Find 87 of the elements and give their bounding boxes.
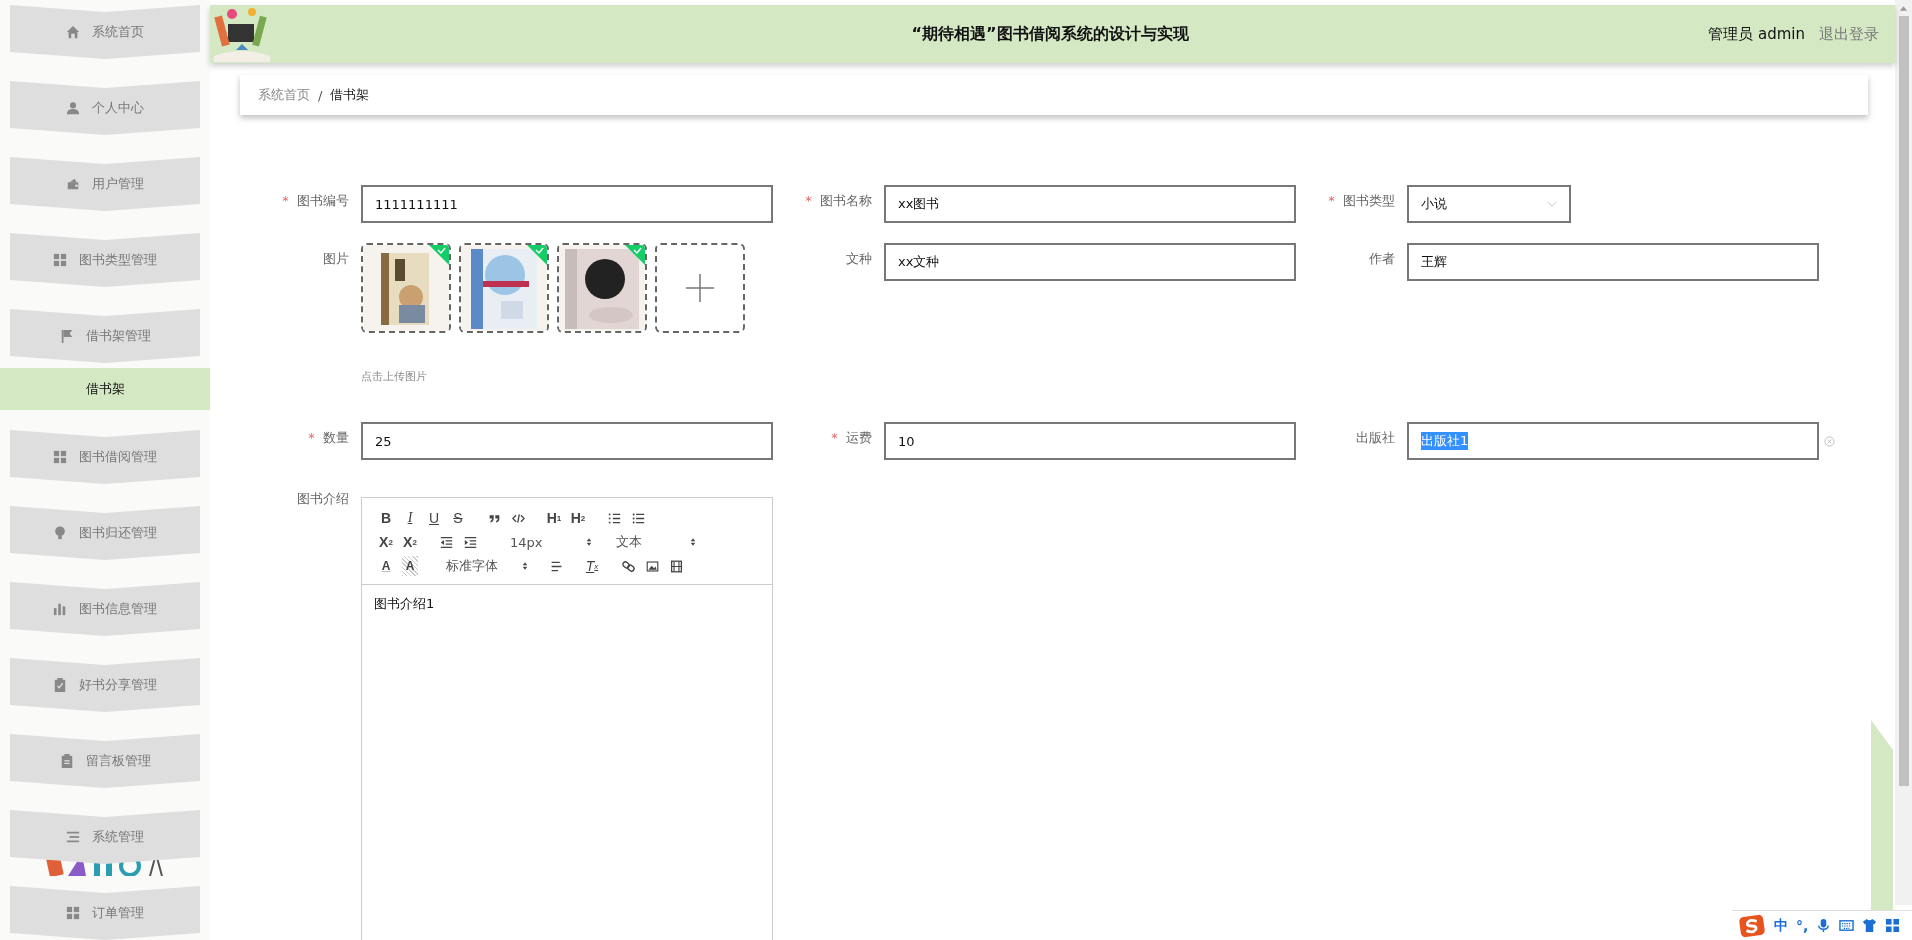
required-mark: *: [831, 430, 838, 445]
image-icon: [645, 559, 659, 573]
menu-item[interactable]: 好书分享管理: [10, 658, 200, 712]
menu-item[interactable]: 图书归还管理: [10, 506, 200, 560]
user-icon: [66, 101, 80, 115]
toolbar-select[interactable]: 标准字体: [438, 556, 538, 576]
required-mark: *: [282, 193, 289, 208]
field-label: 文种: [846, 251, 872, 266]
text-field[interactable]: xx文种: [884, 243, 1296, 281]
logout-link[interactable]: 退出登录: [1819, 24, 1879, 44]
menu-item[interactable]: 个人中心: [10, 81, 200, 135]
wallet-icon: [66, 177, 80, 191]
required-mark: *: [1328, 193, 1335, 208]
italic-button[interactable]: I: [398, 508, 422, 528]
updown-arrow-icon: [586, 537, 592, 547]
clipboard-check-icon: [53, 678, 67, 692]
grid-icon: [53, 253, 67, 267]
menu-item[interactable]: 图书借阅管理: [10, 430, 200, 484]
breadcrumb-link[interactable]: 系统首页: [258, 86, 310, 104]
menu-item[interactable]: 用户管理: [10, 157, 200, 211]
field-label: 图书编号: [297, 193, 349, 208]
film-icon: [669, 559, 683, 573]
toolbar-select[interactable]: 14px: [502, 532, 602, 552]
chevron-down-icon: [1547, 200, 1557, 208]
field-label: 图书名称: [820, 193, 872, 208]
menu-item[interactable]: 图书信息管理: [10, 582, 200, 636]
required-mark: *: [308, 430, 315, 445]
required-mark: *: [805, 193, 812, 208]
menu-item[interactable]: 系统首页: [10, 5, 200, 59]
menu-item[interactable]: 图书类型管理: [10, 233, 200, 287]
ime-mode-label[interactable]: 中: [1774, 916, 1788, 935]
background-button[interactable]: A: [402, 556, 418, 576]
select-field[interactable]: 小说: [1407, 185, 1571, 223]
grid-icon: [53, 450, 67, 464]
grid-icon: [66, 906, 80, 920]
breadcrumb-link[interactable]: 借书架: [330, 86, 370, 104]
menu-item[interactable]: 系统管理: [10, 810, 200, 864]
underline-button[interactable]: U: [422, 508, 446, 528]
ime-mode-label[interactable]: °,: [1796, 917, 1809, 934]
text-field[interactable]: 1111111111: [361, 185, 773, 223]
bar-chart-icon: [53, 602, 67, 616]
editor-text: 图书介绍1: [373, 595, 436, 613]
ime-logo-icon[interactable]: [1738, 913, 1766, 938]
flag-icon: [59, 329, 74, 343]
field-label: 图书类型: [1343, 193, 1395, 208]
updown-arrow-icon: [690, 537, 696, 547]
home-icon: [66, 25, 80, 39]
outdent-icon: [439, 535, 453, 549]
link-icon: [621, 559, 635, 573]
upload-button[interactable]: [655, 243, 745, 333]
shirt-icon[interactable]: [1862, 918, 1878, 933]
menu-item[interactable]: 订单管理: [10, 886, 200, 940]
code-icon: [511, 511, 525, 525]
app-title: “期待相遇”图书借阅系统的设计与实现: [910, 23, 1190, 45]
strike-button[interactable]: S: [446, 508, 470, 528]
bulb-icon: [53, 526, 67, 540]
color-button[interactable]: A: [374, 556, 398, 576]
microphone-icon[interactable]: [1816, 918, 1832, 933]
menu-item[interactable]: 借书架管理: [10, 309, 200, 363]
field-label: 图书介绍: [297, 491, 349, 506]
user-label: 管理员 admin: [1708, 24, 1805, 44]
keyboard-icon[interactable]: [1839, 918, 1855, 933]
bullet-list-icon: [631, 511, 645, 525]
field-label: 图片: [323, 251, 349, 266]
toolbar-select[interactable]: 文本: [608, 532, 706, 552]
indent-icon: [463, 535, 477, 549]
list-icon: [66, 830, 80, 844]
super-button[interactable]: X$^{2}$: [398, 532, 422, 552]
text-field[interactable]: 25: [361, 422, 773, 460]
text-field[interactable]: 王辉: [1407, 243, 1819, 281]
upload-hint: 点击上传图片: [361, 369, 428, 384]
updown-arrow-icon: [522, 561, 528, 571]
field-label: 作者: [1369, 251, 1395, 266]
field-label: 数量: [323, 430, 349, 445]
submenu-item[interactable]: 借书架: [0, 368, 210, 410]
align-icon: [549, 559, 563, 573]
scrollbar-thumb[interactable]: [1898, 16, 1909, 786]
text-field[interactable]: 10: [884, 422, 1296, 460]
bold-button[interactable]: B: [374, 508, 398, 528]
grid-icon[interactable]: [1885, 918, 1901, 933]
text-field[interactable]: xx图书: [884, 185, 1296, 223]
field-label: 出版社: [1356, 430, 1395, 445]
plus-icon: [686, 274, 714, 302]
clipboard-icon: [59, 754, 74, 768]
breadcrumb-separator: /: [318, 87, 323, 103]
field-label: 运费: [846, 430, 872, 445]
menu-item[interactable]: 留言板管理: [10, 734, 200, 788]
